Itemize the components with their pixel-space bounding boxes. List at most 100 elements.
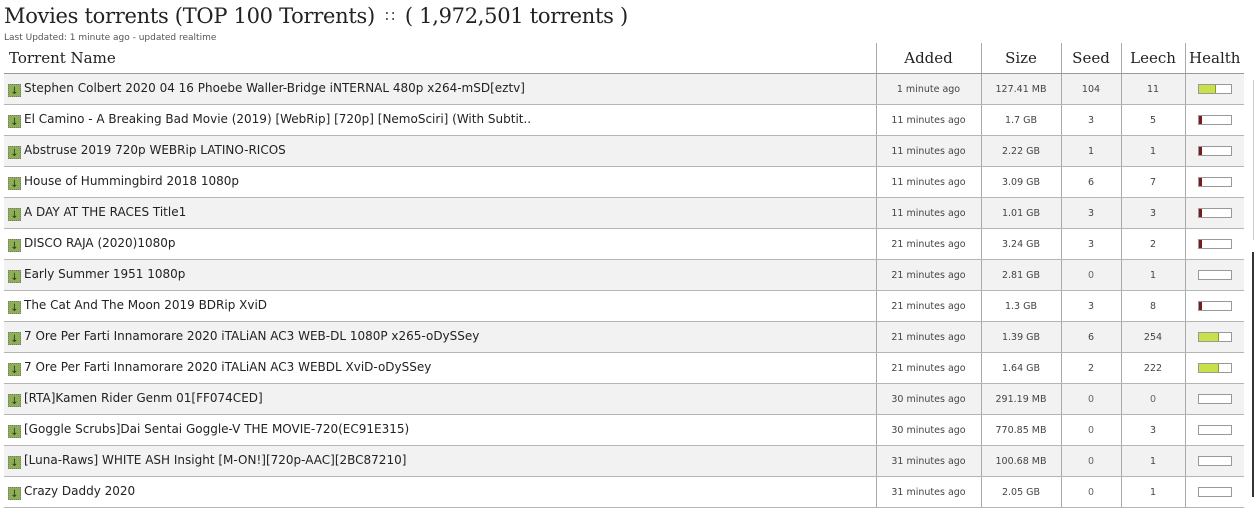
torrent-name-cell[interactable]: ↓ Early Summer 1951 1080p [4, 259, 876, 291]
table-row[interactable]: ↓ [RTA]Kamen Rider Genm 01[FF074CED] 30 mi… [4, 383, 1244, 415]
download-icon[interactable]: ↓ [8, 270, 21, 283]
torrent-name-cell[interactable]: ↓ Crazy Daddy 2020 [4, 476, 876, 508]
added-cell: 11 minutes ago [875, 166, 981, 198]
table-row[interactable]: ↓ The Cat And The Moon 2019 BDRip XviD 21 … [4, 290, 1244, 322]
torrent-name-link[interactable]: Crazy Daddy 2020 [24, 484, 135, 498]
torrent-name-link[interactable]: El Camino - A Breaking Bad Movie (2019) … [24, 112, 531, 126]
leech-cell: 5 [1120, 104, 1185, 136]
torrent-name-link[interactable]: 7 Ore Per Farti Innamorare 2020 iTALiAN … [24, 329, 479, 343]
torrent-name-cell[interactable]: ↓ Abstruse 2019 720p WEBRip LATINO-RICOS [4, 135, 876, 167]
health-bar [1197, 487, 1232, 497]
leech-cell: 2 [1120, 228, 1185, 260]
torrent-name-link[interactable]: 7 Ore Per Farti Innamorare 2020 iTALiAN … [24, 360, 431, 374]
health-bar [1197, 239, 1232, 249]
size-cell: 2.81 GB [980, 259, 1061, 291]
health-cell [1184, 135, 1244, 167]
download-icon[interactable]: ↓ [8, 487, 21, 500]
page-title: Movies torrents (TOP 100 Torrents) ∷ ( 1… [4, 4, 628, 28]
leech-cell: 7 [1120, 166, 1185, 198]
column-header-size[interactable]: Size [980, 43, 1061, 74]
table-row[interactable]: ↓ [Goggle Scrubs]Dai Sentai Goggle-V THE … [4, 414, 1244, 446]
download-icon[interactable]: ↓ [8, 301, 21, 314]
health-cell [1184, 166, 1244, 198]
torrent-name-link[interactable]: [Luna-Raws] WHITE ASH Insight [M-ON!][72… [24, 453, 406, 467]
download-icon[interactable]: ↓ [8, 146, 21, 159]
torrent-name-link[interactable]: Stephen Colbert 2020 04 16 Phoebe Waller… [24, 81, 525, 95]
torrent-name-cell[interactable]: ↓ [Goggle Scrubs]Dai Sentai Goggle-V THE … [4, 414, 876, 446]
health-bar-fill [1198, 116, 1202, 124]
torrent-name-link[interactable]: House of Hummingbird 2018 1080p [24, 174, 239, 188]
download-icon[interactable]: ↓ [8, 363, 21, 376]
size-cell: 291.19 MB [980, 383, 1061, 415]
download-icon[interactable]: ↓ [8, 394, 21, 407]
leech-cell: 3 [1120, 414, 1185, 446]
table-row[interactable]: ↓ 7 Ore Per Farti Innamorare 2020 iTALiAN… [4, 352, 1244, 384]
torrent-name-cell[interactable]: ↓ Stephen Colbert 2020 04 16 Phoebe Walle… [4, 73, 876, 105]
size-cell: 100.68 MB [980, 445, 1061, 477]
download-icon[interactable]: ↓ [8, 425, 21, 438]
column-header-leech[interactable]: Leech [1120, 43, 1185, 74]
table-row[interactable]: ↓ Abstruse 2019 720p WEBRip LATINO-RICOS 1… [4, 135, 1244, 167]
table-row[interactable]: ↓ House of Hummingbird 2018 1080p 11 minut… [4, 166, 1244, 198]
download-icon[interactable]: ↓ [8, 332, 21, 345]
torrent-name-link[interactable]: [RTA]Kamen Rider Genm 01[FF074CED] [24, 391, 263, 405]
table-row[interactable]: ↓ A DAY AT THE RACES Title1 11 minutes ago… [4, 197, 1244, 229]
seed-cell: 6 [1060, 166, 1121, 198]
leech-cell: 254 [1120, 321, 1185, 353]
leech-cell: 0 [1120, 383, 1185, 415]
download-icon[interactable]: ↓ [8, 177, 21, 190]
health-cell [1184, 414, 1244, 446]
seed-cell: 0 [1060, 383, 1121, 415]
health-bar-fill [1198, 209, 1202, 217]
leech-cell: 1 [1120, 445, 1185, 477]
size-cell: 1.7 GB [980, 104, 1061, 136]
health-bar-fill [1198, 147, 1202, 155]
added-cell: 21 minutes ago [875, 290, 981, 322]
table-row[interactable]: ↓ Crazy Daddy 2020 31 minutes ago 2.05 GB 0 1 [4, 476, 1244, 508]
torrent-name-cell[interactable]: ↓ House of Hummingbird 2018 1080p [4, 166, 876, 198]
torrent-name-cell[interactable]: ↓ [Luna-Raws] WHITE ASH Insight [M-ON!][7… [4, 445, 876, 477]
rss-icon[interactable]: ∷ [385, 7, 395, 25]
download-icon[interactable]: ↓ [8, 84, 21, 97]
torrent-name-cell[interactable]: ↓ DISCO RAJA (2020)1080p [4, 228, 876, 260]
table-row[interactable]: ↓ DISCO RAJA (2020)1080p 21 minutes ago 3.2… [4, 228, 1244, 260]
torrent-name-cell[interactable]: ↓ 7 Ore Per Farti Innamorare 2020 iTALiAN… [4, 352, 876, 384]
health-bar [1197, 146, 1232, 156]
health-bar-fill [1198, 333, 1219, 341]
health-bar [1197, 115, 1232, 125]
download-icon[interactable]: ↓ [8, 208, 21, 221]
torrent-name-cell[interactable]: ↓ A DAY AT THE RACES Title1 [4, 197, 876, 229]
leech-cell: 222 [1120, 352, 1185, 384]
table-row[interactable]: ↓ [Luna-Raws] WHITE ASH Insight [M-ON!][7… [4, 445, 1244, 477]
table-row[interactable]: ↓ Early Summer 1951 1080p 21 minutes ago 2.… [4, 259, 1244, 291]
table-row[interactable]: ↓ 7 Ore Per Farti Innamorare 2020 iTALiAN… [4, 321, 1244, 353]
torrent-name-cell[interactable]: ↓ [RTA]Kamen Rider Genm 01[FF074CED] [4, 383, 876, 415]
table-row[interactable]: ↓ Stephen Colbert 2020 04 16 Phoebe Walle… [4, 73, 1244, 105]
download-icon[interactable]: ↓ [8, 239, 21, 252]
column-header-name[interactable]: Torrent Name [4, 43, 876, 74]
download-icon[interactable]: ↓ [8, 115, 21, 128]
size-cell: 1.39 GB [980, 321, 1061, 353]
torrent-name-link[interactable]: A DAY AT THE RACES Title1 [24, 205, 186, 219]
torrent-name-cell[interactable]: ↓ El Camino - A Breaking Bad Movie (2019)… [4, 104, 876, 136]
download-icon[interactable]: ↓ [8, 456, 21, 469]
health-cell [1184, 352, 1244, 384]
torrent-name-link[interactable]: The Cat And The Moon 2019 BDRip XviD [24, 298, 267, 312]
torrent-name-cell[interactable]: ↓ The Cat And The Moon 2019 BDRip XviD [4, 290, 876, 322]
added-cell: 11 minutes ago [875, 197, 981, 229]
seed-cell: 3 [1060, 197, 1121, 229]
health-cell [1184, 259, 1244, 291]
table-row[interactable]: ↓ El Camino - A Breaking Bad Movie (2019)… [4, 104, 1244, 136]
column-header-added[interactable]: Added [875, 43, 981, 74]
torrent-name-link[interactable]: [Goggle Scrubs]Dai Sentai Goggle-V THE M… [24, 422, 409, 436]
torrent-name-link[interactable]: Early Summer 1951 1080p [24, 267, 185, 281]
torrent-name-link[interactable]: DISCO RAJA (2020)1080p [24, 236, 176, 250]
torrent-name-cell[interactable]: ↓ 7 Ore Per Farti Innamorare 2020 iTALiAN… [4, 321, 876, 353]
column-header-seed[interactable]: Seed [1060, 43, 1121, 74]
health-cell [1184, 476, 1244, 508]
seed-cell: 3 [1060, 104, 1121, 136]
health-bar [1197, 456, 1232, 466]
column-header-health[interactable]: Health [1184, 43, 1244, 74]
seed-cell: 0 [1060, 476, 1121, 508]
torrent-name-link[interactable]: Abstruse 2019 720p WEBRip LATINO-RICOS [24, 143, 286, 157]
